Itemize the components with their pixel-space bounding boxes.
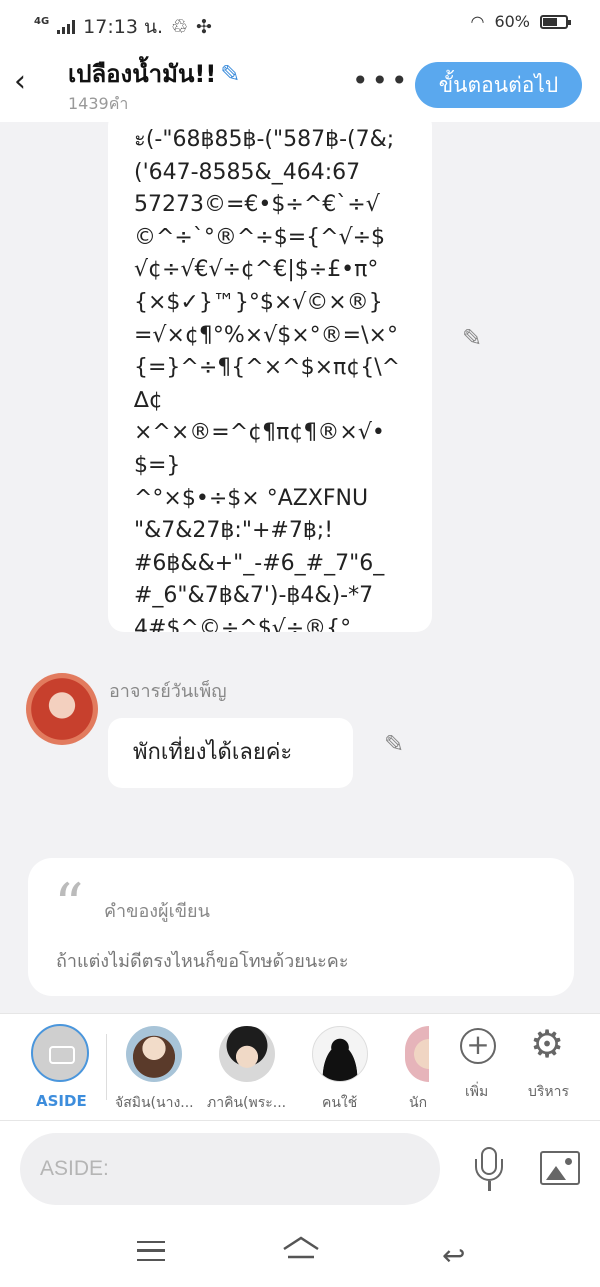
sync-icon: ♲: [171, 16, 189, 38]
character-name[interactable]: ภาคิน(พระ...: [207, 1092, 293, 1114]
character-name[interactable]: จัสมิน(นาง...: [115, 1092, 201, 1114]
manage-label[interactable]: บริหาร: [528, 1081, 569, 1103]
gear-icon[interactable]: ⚙: [530, 1022, 564, 1066]
story-title[interactable]: เปลืองน้ำมัน!! ✎: [68, 54, 240, 93]
microphone-icon[interactable]: [472, 1147, 506, 1193]
more-options-icon[interactable]: •••: [352, 64, 411, 97]
status-right: ◠ 60%: [470, 12, 571, 31]
menu-icon[interactable]: [137, 1241, 165, 1261]
character-name[interactable]: นัก: [409, 1092, 431, 1114]
sender-avatar[interactable]: [26, 673, 98, 745]
add-character-plus-icon[interactable]: +: [460, 1028, 496, 1064]
edit-message-pencil-icon[interactable]: ✎: [462, 324, 482, 352]
character-avatar[interactable]: [312, 1026, 368, 1082]
battery-icon: [540, 14, 571, 29]
character-avatar[interactable]: [405, 1026, 429, 1082]
message-input[interactable]: [20, 1133, 440, 1205]
writer-note-text: ถ้าแต่งไม่ดีตรงไหนก็ขอโทษด้วยนะคะ: [56, 951, 349, 972]
sender-name: อาจารย์วันเพ็ญ: [109, 681, 227, 702]
status-left: 4G 17:13 น. ♲ ✣: [34, 12, 212, 42]
aside-chat-icon[interactable]: [31, 1024, 89, 1082]
system-nav-bar: ↩: [0, 1215, 600, 1287]
back-return-icon[interactable]: ↩: [442, 1239, 465, 1272]
add-character-label[interactable]: เพิ่ม: [465, 1081, 488, 1103]
character-name[interactable]: คนใช้: [322, 1092, 362, 1114]
divider: [106, 1034, 107, 1100]
fan-icon: ✣: [196, 16, 212, 38]
writer-note-label: คำของผู้เขียน: [104, 901, 210, 922]
message-bubble[interactable]: พักเที่ยงได้เลยค่ะ: [108, 718, 353, 788]
writer-note-card[interactable]: “ คำของผู้เขียน ถ้าแต่งไม่ดีตรงไหนก็ขอโท…: [28, 858, 574, 996]
wifi-icon: ◠: [470, 12, 485, 31]
composer: [0, 1121, 600, 1215]
character-avatar[interactable]: [126, 1026, 182, 1082]
edit-title-pencil-icon[interactable]: ✎: [220, 60, 240, 88]
next-step-button[interactable]: ขั้นตอนต่อไป: [415, 62, 582, 108]
signal-icon: [57, 20, 76, 34]
character-bar: ASIDE จัสมิน(นาง... ภาคิน(พระ... คนใช้ น…: [0, 1013, 600, 1121]
status-time: 17:13 น.: [83, 16, 163, 38]
status-bar: 4G 17:13 น. ♲ ✣ ◠ 60%: [0, 0, 600, 48]
back-arrow-icon[interactable]: ‹: [14, 64, 42, 100]
quote-icon: “: [54, 871, 84, 939]
network-type: 4G: [34, 15, 50, 27]
image-icon[interactable]: [540, 1151, 580, 1185]
home-icon[interactable]: [282, 1235, 320, 1259]
story-title-text: เปลืองน้ำมัน!!: [68, 60, 217, 88]
message-bubble[interactable]: ะ(-"68฿85฿-("587฿-(7&; ('647-8585&_464:6…: [108, 110, 432, 632]
battery-percent: 60%: [494, 12, 530, 31]
aside-label[interactable]: ASIDE: [36, 1092, 87, 1110]
character-avatar[interactable]: [219, 1026, 275, 1082]
edit-message-pencil-icon[interactable]: ✎: [384, 730, 404, 758]
